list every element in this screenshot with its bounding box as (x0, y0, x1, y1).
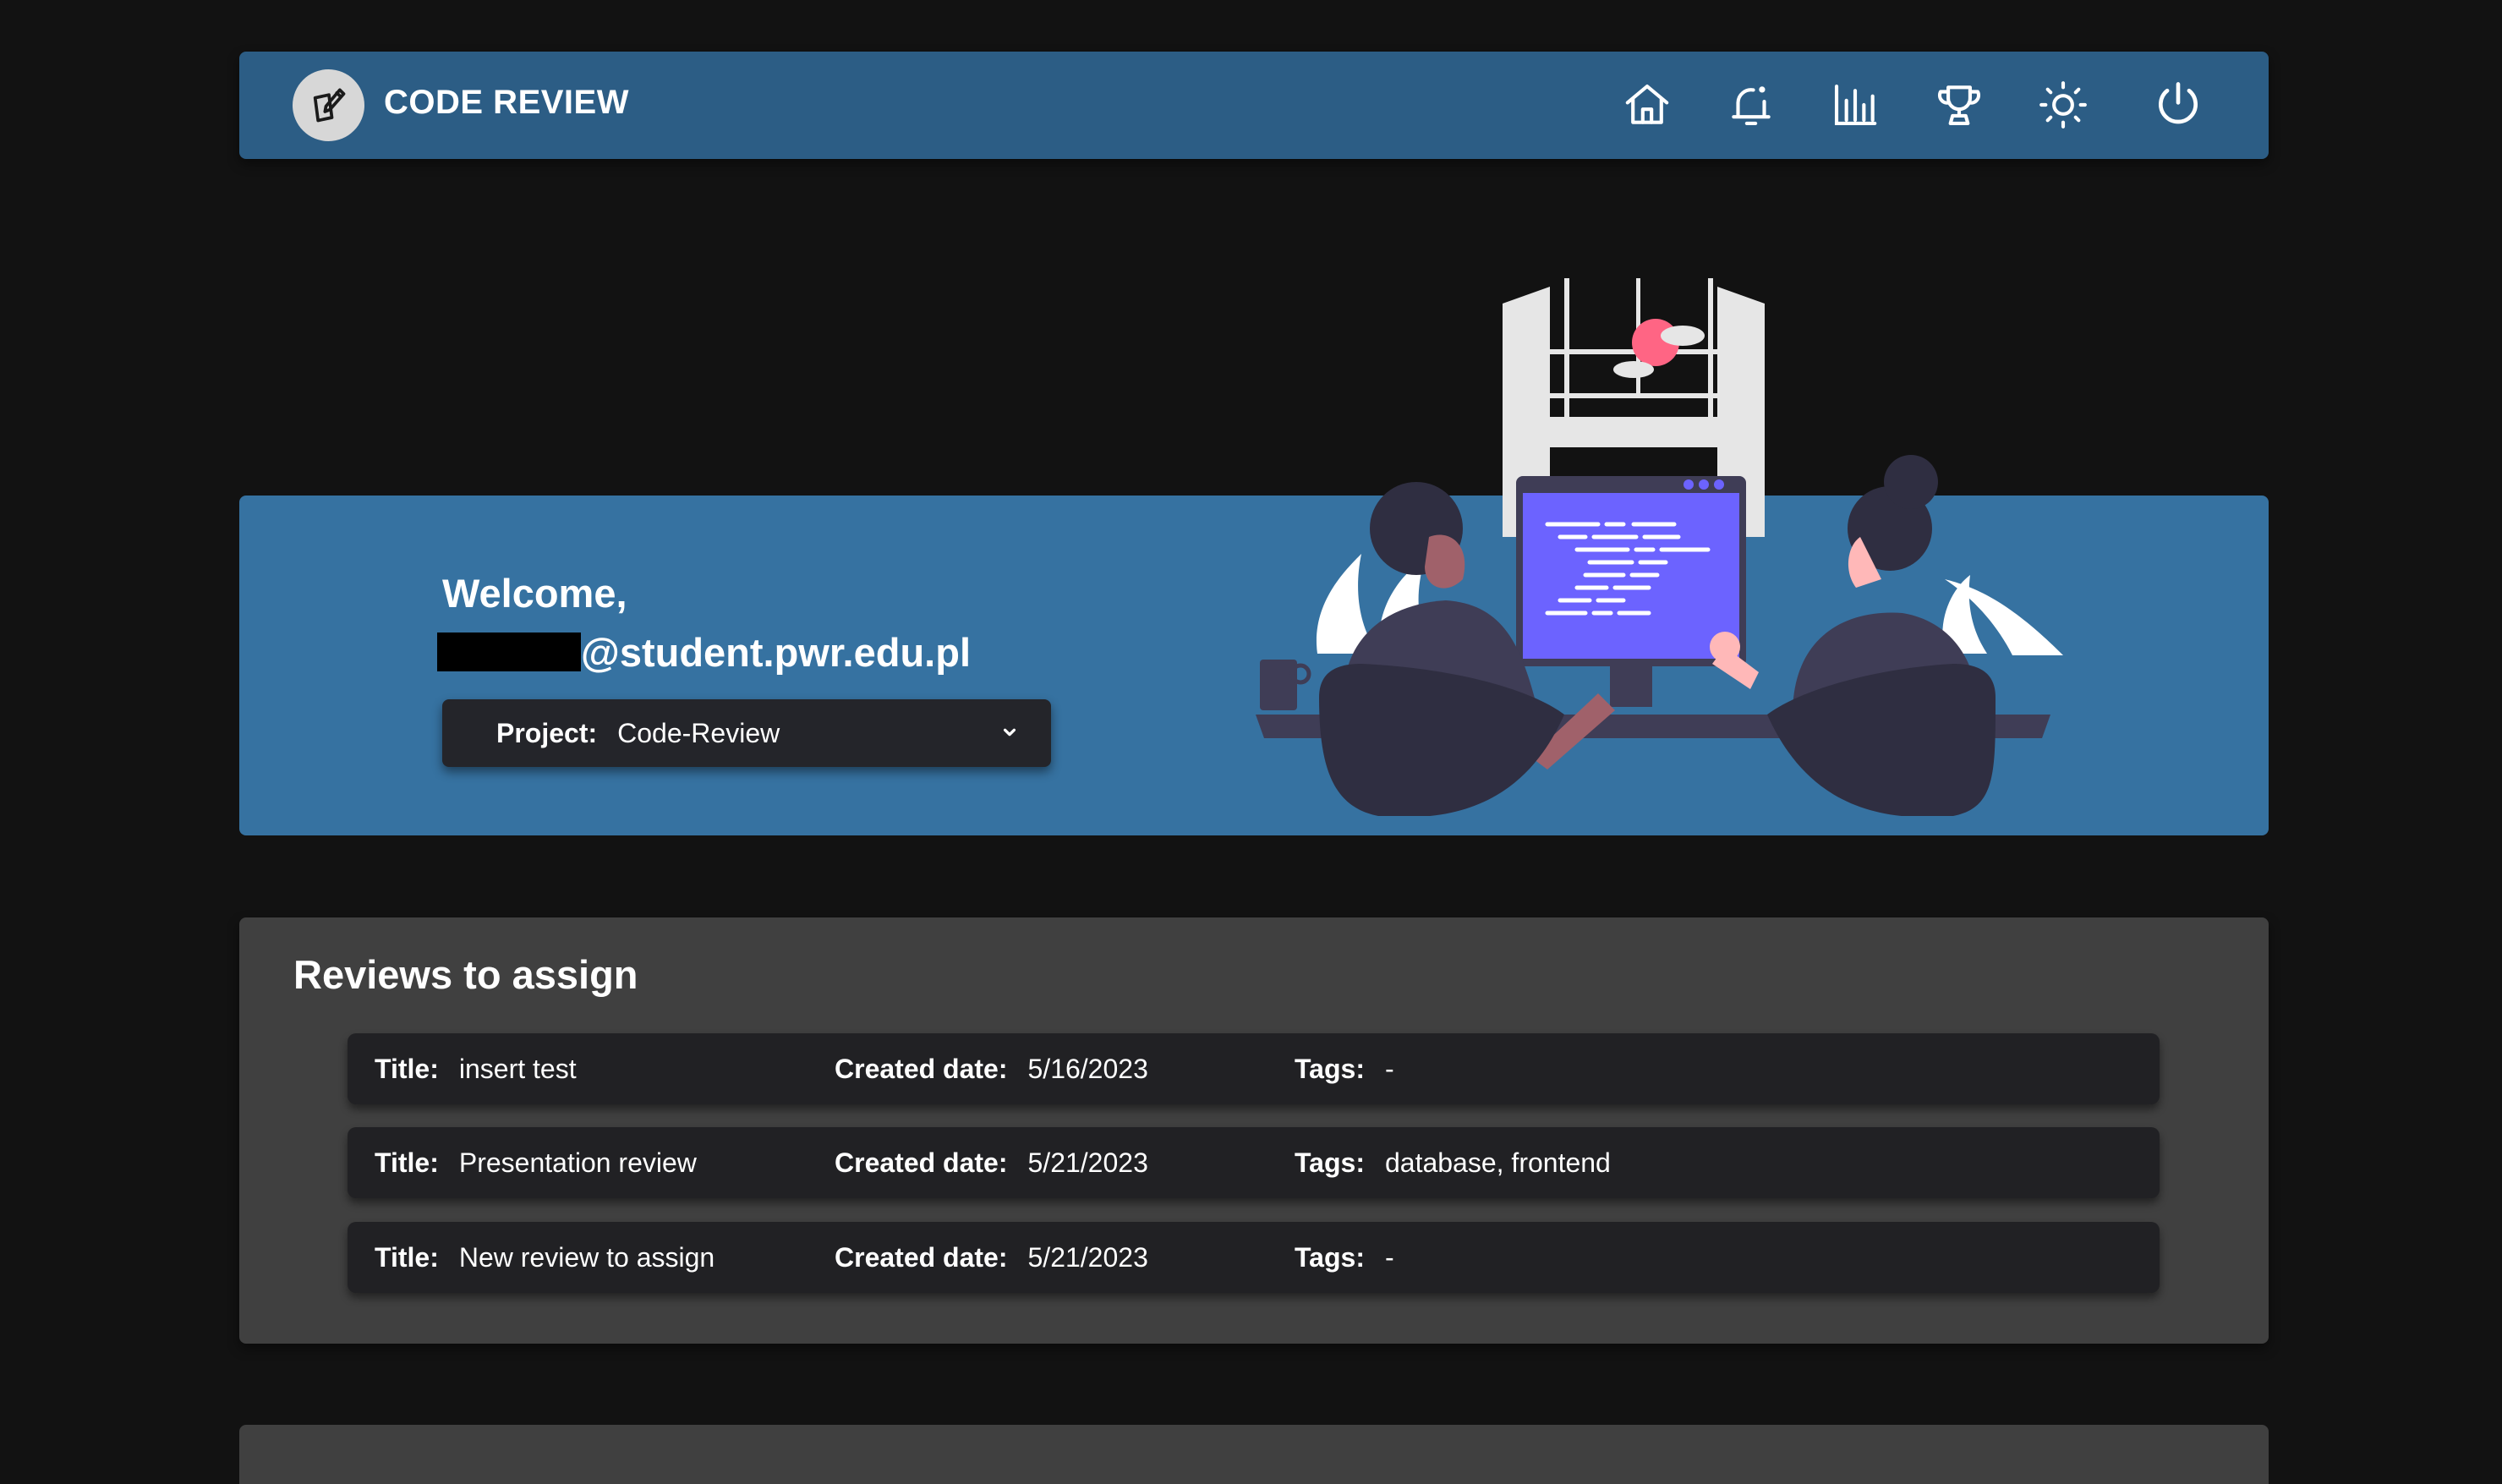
review-title-cell: Title: Presentation review (375, 1127, 697, 1198)
redacted-username (437, 632, 581, 671)
page: CODE REVIEW Welcome, @student.pwr.edu.pl… (0, 0, 2502, 1484)
review-row[interactable]: Title: New review to assign Created date… (348, 1222, 2160, 1293)
reviews-to-assign-card: Reviews to assign Title: insert test Cre… (239, 917, 2269, 1344)
review-tags-cell: Tags: - (1295, 1222, 1394, 1293)
tags-label: Tags: (1295, 1053, 1365, 1084)
sun-icon (2039, 81, 2087, 129)
review-title-cell: Title: insert test (375, 1033, 577, 1104)
nav-home-button[interactable] (1619, 77, 1675, 133)
developers-illustration (1256, 278, 2063, 816)
card-title: Reviews to assign (293, 952, 638, 997)
nav-logout-button[interactable] (2150, 77, 2206, 133)
title-label: Title: (375, 1147, 439, 1178)
welcome-greeting: Welcome, (442, 571, 627, 616)
power-icon (2159, 82, 2198, 124)
review-row[interactable]: Title: insert test Created date: 5/16/20… (348, 1033, 2160, 1104)
bar-chart-icon (1834, 84, 1877, 126)
tags-label: Tags: (1295, 1241, 1365, 1273)
bell-icon (1732, 86, 1771, 126)
chevron-down-icon (1003, 728, 1016, 737)
project-label: Project: (496, 717, 598, 748)
review-title: insert test (458, 1053, 577, 1084)
home-icon (1625, 84, 1669, 124)
review-tags-cell: Tags: - (1295, 1033, 1394, 1104)
top-navbar: CODE REVIEW (239, 52, 2269, 159)
created-label: Created date: (835, 1241, 1008, 1273)
nav-achievements-button[interactable] (1931, 77, 1987, 133)
trophy-icon (1937, 85, 1981, 126)
review-title: New review to assign (458, 1241, 715, 1273)
review-tags: database, frontend (1384, 1147, 1611, 1178)
review-created-cell: Created date: 5/16/2023 (835, 1033, 1148, 1104)
title-label: Title: (375, 1053, 439, 1084)
review-created-date: 5/21/2023 (1027, 1147, 1148, 1178)
nav-theme-toggle[interactable] (2035, 77, 2091, 133)
review-title-cell: Title: New review to assign (375, 1222, 714, 1293)
created-label: Created date: (835, 1053, 1008, 1084)
tags-label: Tags: (1295, 1147, 1365, 1178)
review-tags: - (1384, 1241, 1394, 1273)
nav-notifications-button[interactable] (1723, 77, 1779, 133)
nav-statistics-button[interactable] (1827, 77, 1883, 133)
project-select[interactable]: Project: Code-Review (442, 699, 1051, 767)
user-email: @student.pwr.edu.pl (437, 629, 971, 676)
title-label: Title: (375, 1241, 439, 1273)
review-created-cell: Created date: 5/21/2023 (835, 1127, 1148, 1198)
created-label: Created date: (835, 1147, 1008, 1178)
review-created-date: 5/16/2023 (1027, 1053, 1148, 1084)
pencil-square-icon (313, 87, 345, 122)
email-domain: @student.pwr.edu.pl (581, 630, 972, 675)
next-section-card (239, 1425, 2269, 1484)
app-logo[interactable] (293, 69, 364, 141)
review-created-date: 5/21/2023 (1027, 1241, 1148, 1273)
review-title: Presentation review (458, 1147, 697, 1178)
review-tags: - (1384, 1053, 1394, 1084)
project-value: Code-Review (617, 717, 780, 748)
review-tags-cell: Tags: database, frontend (1295, 1127, 1611, 1198)
app-title: CODE REVIEW (384, 84, 629, 121)
review-row[interactable]: Title: Presentation review Created date:… (348, 1127, 2160, 1198)
review-created-cell: Created date: 5/21/2023 (835, 1222, 1148, 1293)
